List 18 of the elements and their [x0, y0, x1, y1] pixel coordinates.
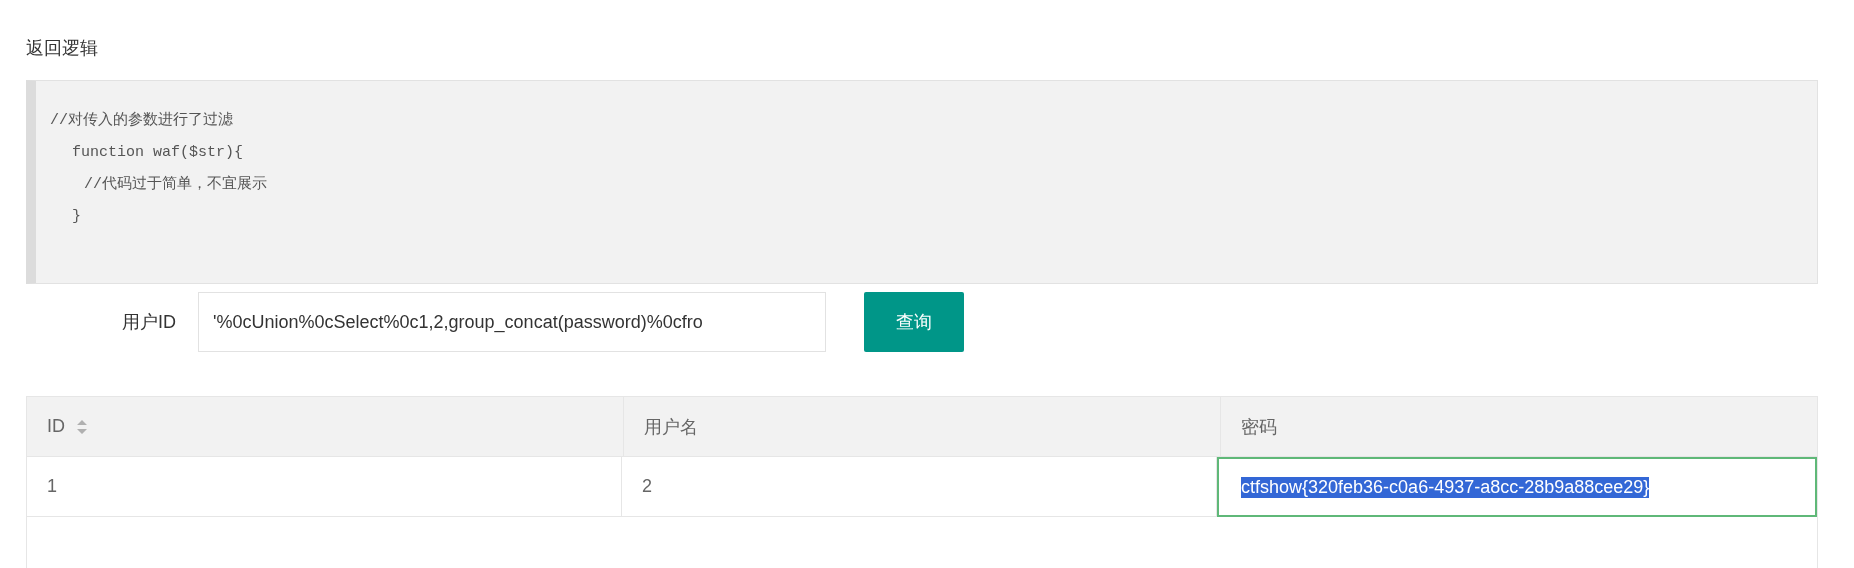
- table-cell: 2: [642, 476, 652, 497]
- code-line: function waf($str){: [72, 144, 244, 161]
- table-cell: 1: [47, 476, 57, 497]
- code-line: //对传入的参数进行了过滤: [50, 112, 233, 129]
- table-cell: ctfshow{320feb36-c0a6-4937-a8cc-28b9a88cee29}: [1241, 476, 1650, 498]
- column-header[interactable]: ID: [27, 397, 624, 457]
- column-header[interactable]: 密码: [1221, 397, 1817, 457]
- header-label: 用户名: [644, 415, 698, 439]
- header-label: 密码: [1241, 415, 1277, 439]
- header-label: ID: [47, 416, 65, 437]
- user-id-input[interactable]: '%0cUnion%0cSelect%0c1,2,group_concat(password)%0cfro: [198, 292, 826, 352]
- query-button[interactable]: 查询: [864, 292, 964, 352]
- section-title: 返回逻辑: [26, 37, 99, 60]
- code-line: //代码过于简单，不宜展示: [84, 176, 267, 193]
- sort-icon[interactable]: [77, 419, 87, 434]
- column-header[interactable]: 用户名: [624, 397, 1221, 457]
- field-label: 用户ID: [121, 311, 176, 334]
- code-line: }: [72, 208, 81, 225]
